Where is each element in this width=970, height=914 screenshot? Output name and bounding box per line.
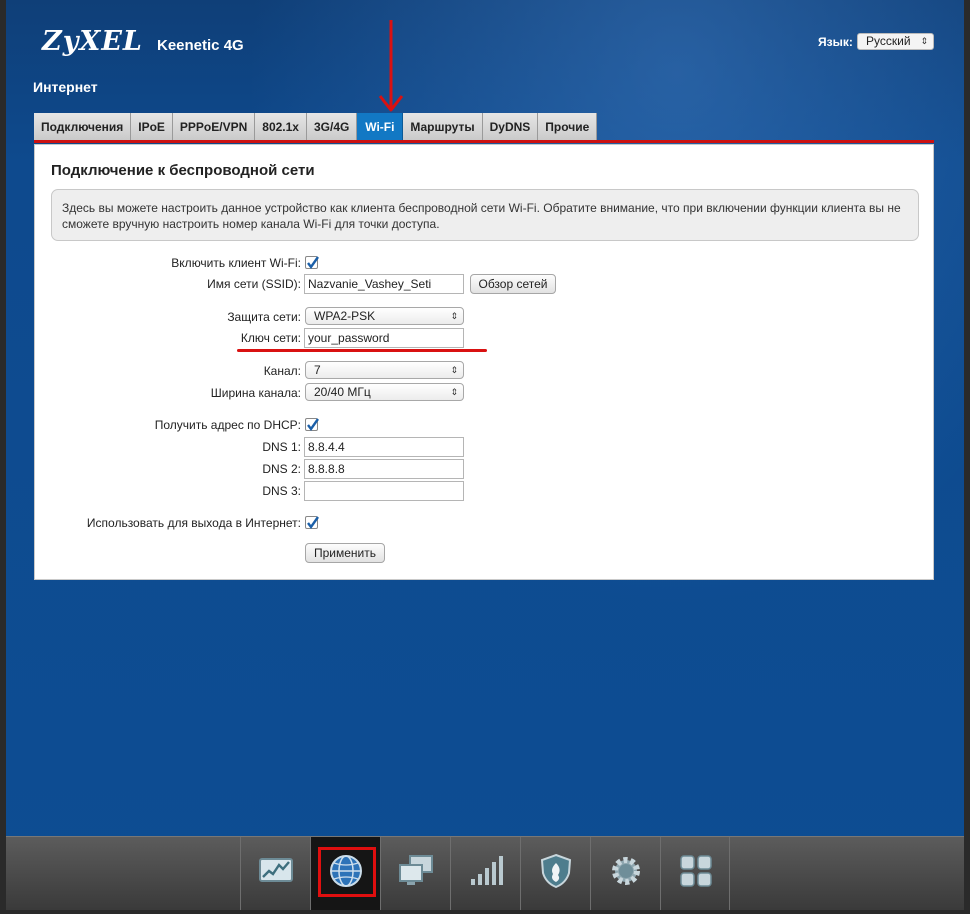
security-value: WPA2-PSK bbox=[314, 309, 376, 323]
panel-title: Подключение к беспроводной сети bbox=[51, 162, 315, 179]
annotation-highlight bbox=[318, 847, 376, 897]
annotation-underline bbox=[237, 349, 487, 352]
ssid-input[interactable]: Nazvanie_Vashey_Seti bbox=[304, 274, 464, 294]
tab-8021x[interactable]: 802.1x bbox=[255, 113, 307, 141]
security-label: Защита сети: bbox=[227, 310, 301, 324]
channel-select[interactable]: 7 ⇕ bbox=[305, 361, 464, 379]
checkmark-icon bbox=[307, 256, 319, 270]
internet-label: Использовать для выхода в Интернет: bbox=[86, 516, 301, 530]
bottom-dock bbox=[6, 836, 964, 910]
channel-label: Канал: bbox=[263, 364, 301, 378]
tab-routes[interactable]: Маршруты bbox=[403, 113, 483, 141]
select-arrows-icon: ⇕ bbox=[920, 36, 928, 46]
dock-item-wifi[interactable] bbox=[450, 837, 520, 910]
network-key-input[interactable]: your_password bbox=[304, 328, 464, 348]
info-note: Здесь вы можете настроить данное устройс… bbox=[51, 189, 919, 241]
monitor-icon bbox=[259, 858, 293, 882]
language-label: Язык: bbox=[818, 35, 853, 49]
language-value: Русский bbox=[866, 34, 911, 48]
brand-logo: ZyXEL bbox=[42, 26, 143, 57]
apply-button[interactable]: Применить bbox=[305, 543, 385, 563]
ssid-label: Имя сети (SSID): bbox=[207, 277, 301, 291]
tab-other[interactable]: Прочие bbox=[538, 113, 598, 141]
dock-item-monitor[interactable] bbox=[240, 837, 310, 910]
home-network-icon bbox=[399, 855, 433, 885]
dock-item-security[interactable] bbox=[520, 837, 590, 910]
channel-width-select[interactable]: 20/40 МГц ⇕ bbox=[305, 383, 464, 401]
browse-networks-button[interactable]: Обзор сетей bbox=[470, 274, 556, 294]
enable-client-label: Включить клиент Wi-Fi: bbox=[171, 256, 301, 270]
wifi-client-panel: Подключение к беспроводной сети Здесь вы… bbox=[34, 144, 934, 580]
system-gear-icon bbox=[612, 857, 640, 885]
tab-underline bbox=[34, 140, 934, 143]
security-shield-icon bbox=[540, 853, 572, 889]
checkmark-icon bbox=[307, 516, 319, 530]
router-admin-window: ZyXEL Keenetic 4G Язык: Русский ⇕ Интерн… bbox=[6, 0, 964, 910]
tab-dydns[interactable]: DyDNS bbox=[482, 113, 539, 141]
checkmark-icon bbox=[307, 418, 319, 432]
security-select[interactable]: WPA2-PSK ⇕ bbox=[305, 307, 464, 325]
channel-width-label: Ширина канала: bbox=[210, 386, 301, 400]
dns1-input[interactable]: 8.8.4.4 bbox=[304, 437, 464, 457]
page-title: Интернет bbox=[33, 79, 98, 95]
dock-item-apps[interactable] bbox=[660, 837, 730, 910]
annotation-arrow-icon bbox=[378, 20, 404, 112]
model-name: Keenetic 4G bbox=[157, 37, 244, 54]
language-select[interactable]: Русский ⇕ bbox=[857, 33, 934, 50]
key-label: Ключ сети: bbox=[240, 331, 301, 345]
tab-connections[interactable]: Подключения bbox=[34, 113, 132, 141]
tab-bar: Подключения IPoE PPPoE/VPN 802.1x 3G/4G … bbox=[34, 113, 598, 141]
dns1-label: DNS 1: bbox=[262, 440, 301, 454]
dns2-input[interactable]: 8.8.8.8 bbox=[304, 459, 464, 479]
select-arrows-icon: ⇕ bbox=[450, 365, 458, 375]
dns2-label: DNS 2: bbox=[262, 462, 301, 476]
tab-pppoe-vpn[interactable]: PPPoE/VPN bbox=[172, 113, 256, 141]
dock-item-internet[interactable] bbox=[310, 837, 380, 910]
select-arrows-icon: ⇕ bbox=[450, 311, 458, 321]
channel-value: 7 bbox=[314, 363, 321, 377]
apps-grid-icon bbox=[680, 855, 712, 887]
channel-width-value: 20/40 МГц bbox=[314, 385, 371, 399]
header: ZyXEL Keenetic 4G Язык: Русский ⇕ Интерн… bbox=[6, 0, 964, 110]
wifi-signal-icon bbox=[471, 856, 503, 885]
select-arrows-icon: ⇕ bbox=[450, 387, 458, 397]
dock-item-home-network[interactable] bbox=[380, 837, 450, 910]
tab-ipoe[interactable]: IPoE bbox=[131, 113, 173, 141]
tab-3g-4g[interactable]: 3G/4G bbox=[306, 113, 358, 141]
tab-wifi[interactable]: Wi-Fi bbox=[357, 113, 404, 141]
dock-item-system[interactable] bbox=[590, 837, 660, 910]
dhcp-label: Получить адрес по DHCP: bbox=[154, 418, 301, 432]
dhcp-checkbox[interactable] bbox=[305, 418, 319, 432]
internet-checkbox[interactable] bbox=[305, 516, 319, 530]
dns3-label: DNS 3: bbox=[262, 484, 301, 498]
enable-client-checkbox[interactable] bbox=[305, 256, 319, 270]
dns3-input[interactable] bbox=[304, 481, 464, 501]
